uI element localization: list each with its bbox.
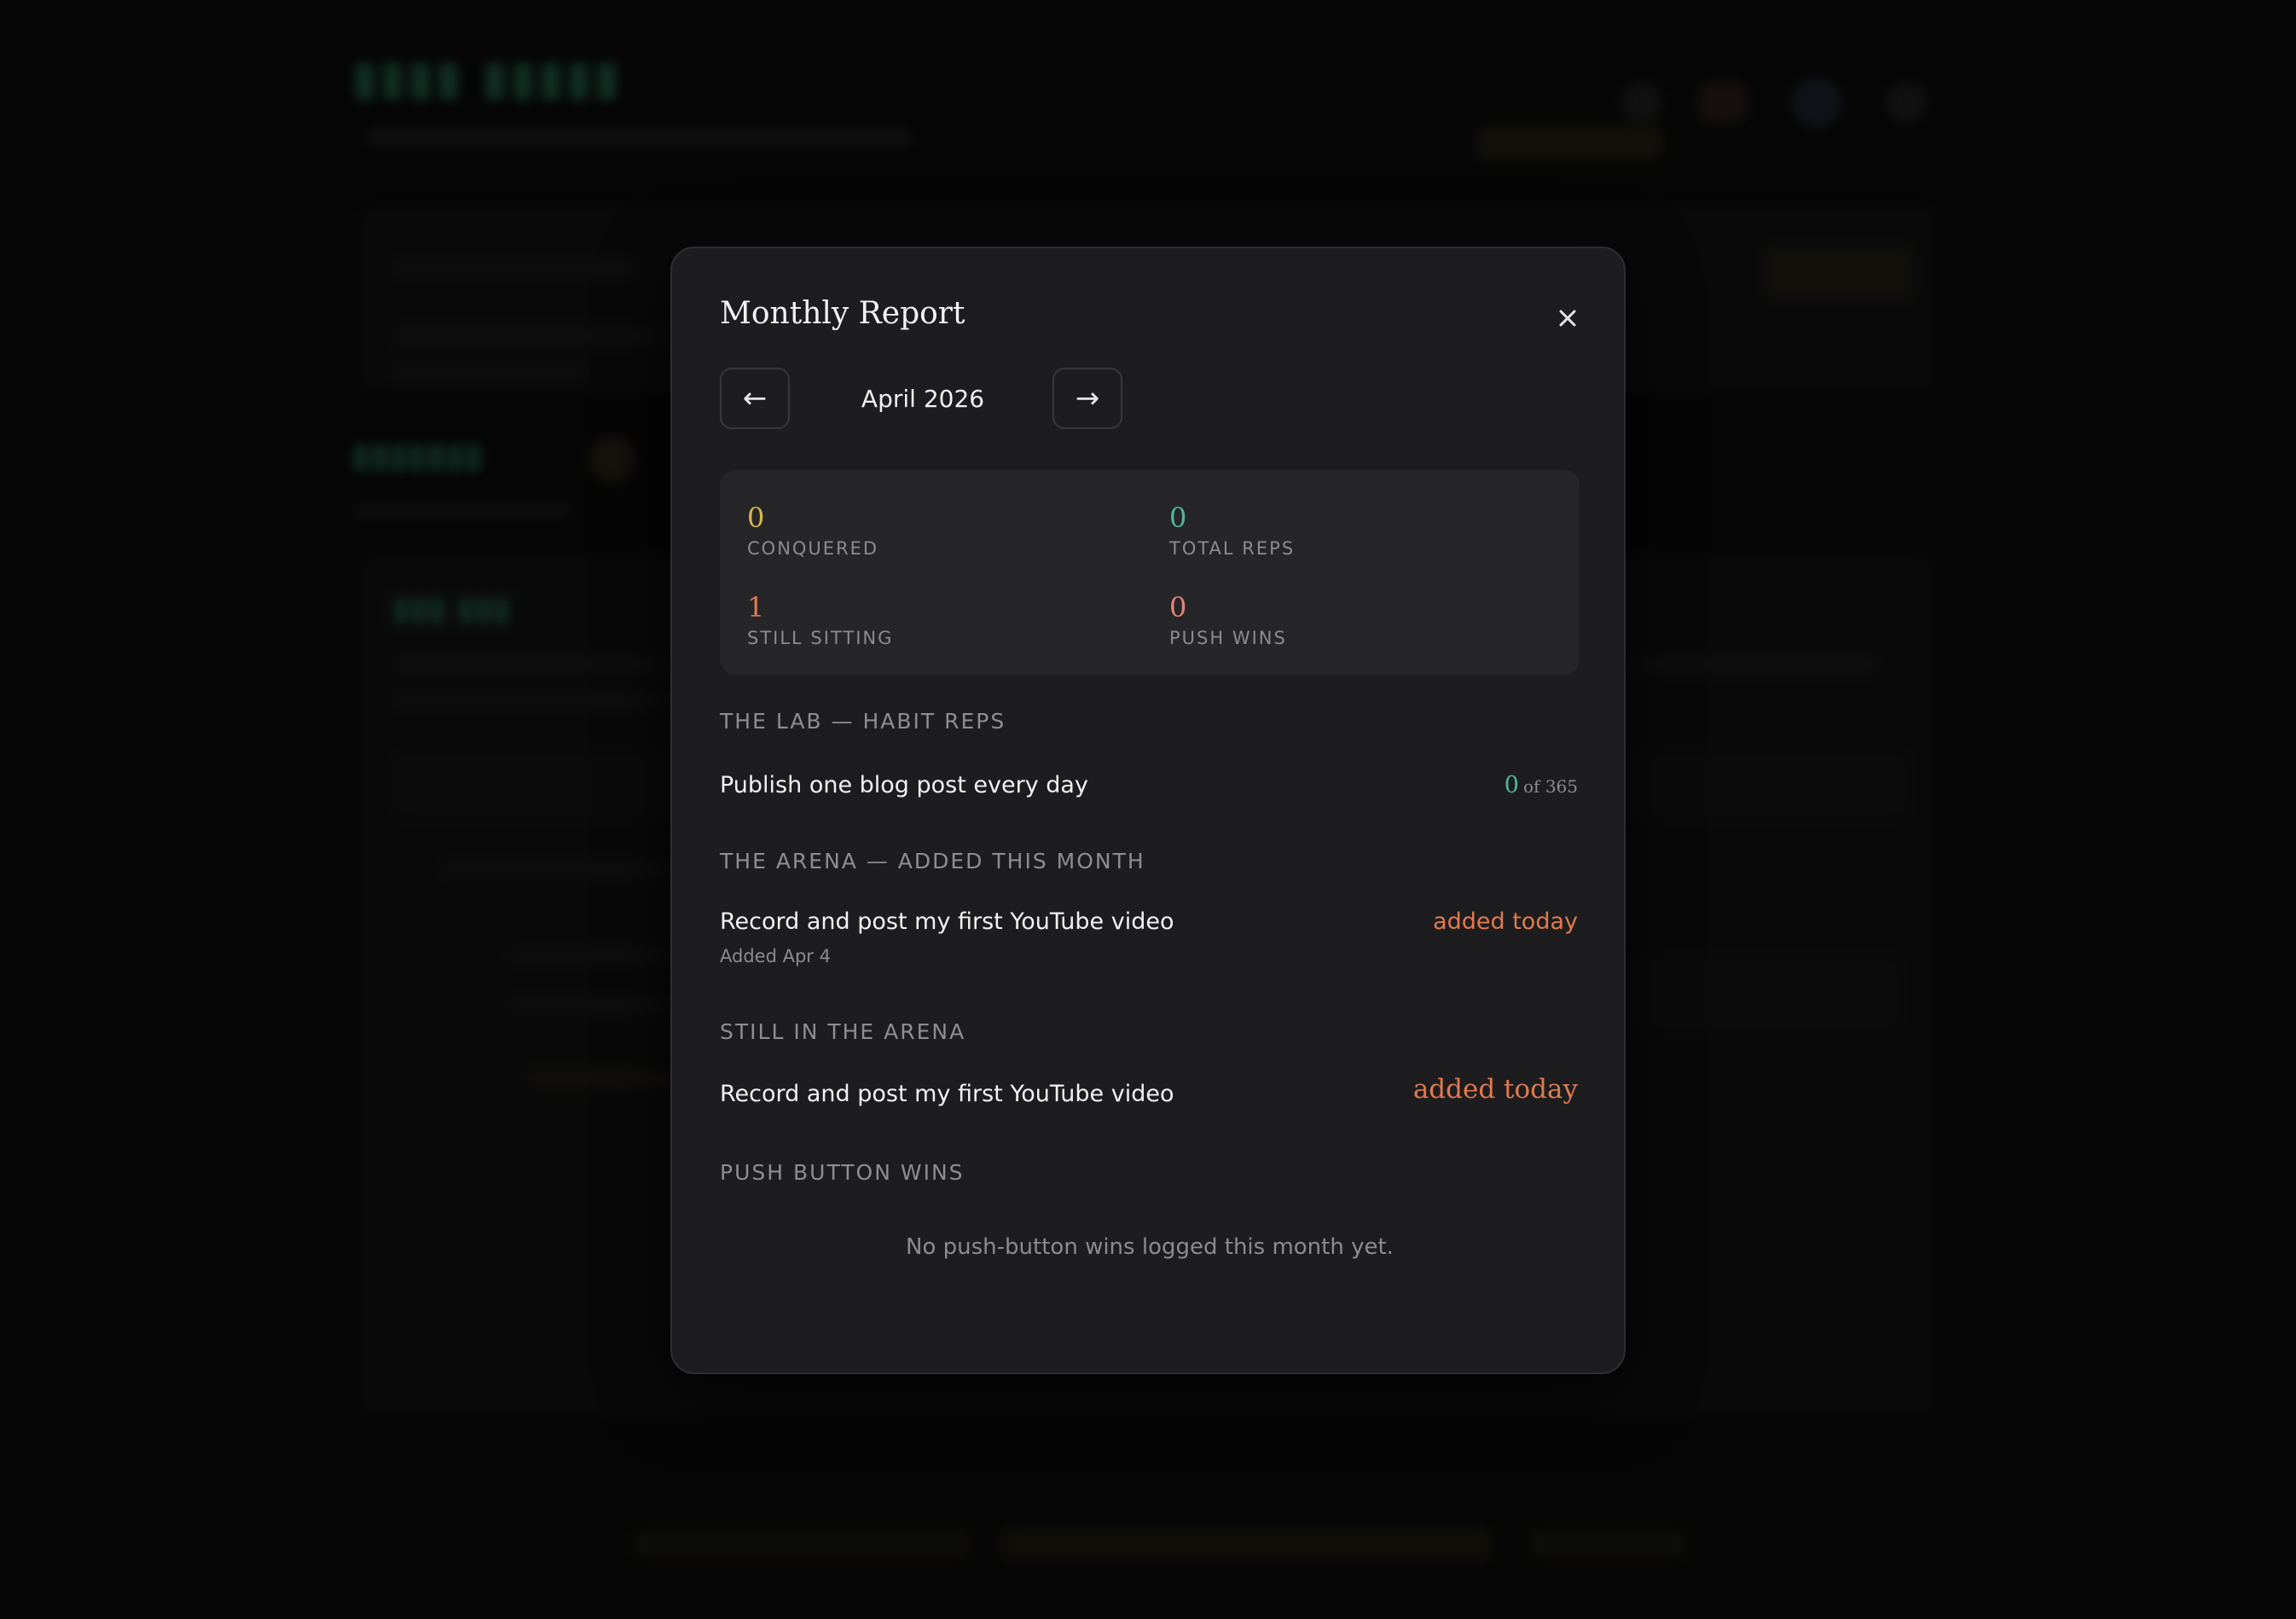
stat-label: PUSH WINS (1169, 628, 1287, 648)
stat-value: 0 (1169, 502, 1187, 534)
arrow-right-icon: → (1075, 381, 1100, 415)
bg-pill (1765, 247, 1910, 299)
bg-line (392, 363, 580, 378)
stat-conquered: 0 CONQUERED (747, 501, 878, 559)
bg-footer (1527, 1527, 1689, 1561)
prev-month-button[interactable]: ← (720, 368, 790, 429)
stat-push-wins: 0 PUSH WINS (1169, 590, 1287, 648)
section-heading-lab: THE LAB — HABIT REPS (720, 709, 1006, 734)
next-month-button[interactable]: → (1052, 368, 1122, 429)
monthly-report-modal: Monthly Report ← April 2026 → 0 CONQUERE… (670, 247, 1626, 1374)
bg-heading: ▮▮▮ ▮▮▮ (392, 589, 511, 627)
stat-label: STILL SITTING (747, 628, 894, 648)
lab-habit-item: Publish one blog post every day (720, 772, 1088, 798)
bg-line (392, 328, 682, 344)
section-heading-push-wins: PUSH BUTTON WINS (720, 1160, 965, 1185)
push-wins-empty-message: No push-button wins logged this month ye… (906, 1234, 1394, 1260)
lab-habit-progress: 0 of 365 (1505, 772, 1578, 798)
bg-badge (588, 435, 636, 483)
arrow-left-icon: ← (742, 381, 768, 415)
still-arena-status: added today (1412, 1074, 1578, 1105)
bg-footer (631, 1527, 972, 1561)
bg-line (392, 260, 631, 276)
bg-avatar (1791, 77, 1842, 128)
lab-rep-count: 0 (1504, 772, 1519, 798)
section-heading-arena-added: THE ARENA — ADDED THIS MONTH (720, 849, 1145, 873)
stat-value: 0 (1169, 591, 1187, 624)
bg-line (351, 503, 573, 519)
section-heading-still-arena: STILL IN THE ARENA (720, 1019, 966, 1044)
bg-icon (1885, 81, 1928, 124)
bg-heading: ▮▮▮▮▮▮▮ (351, 435, 484, 475)
bg-app-subtitle (367, 128, 913, 147)
stat-still-sitting: 1 STILL SITTING (747, 590, 893, 648)
arena-added-item: Record and post my first YouTube video (720, 908, 1174, 935)
close-button[interactable] (1551, 301, 1585, 335)
bg-icon (1697, 81, 1748, 124)
stats-panel: 0 CONQUERED 0 TOTAL REPS 1 STILL SITTING… (720, 470, 1580, 675)
stat-label: CONQUERED (747, 538, 879, 559)
bg-footer (998, 1527, 1493, 1561)
bg-pill (1476, 126, 1663, 160)
modal-title: Monthly Report (720, 296, 965, 331)
close-icon (1559, 310, 1576, 327)
lab-rep-total: of 365 (1523, 776, 1578, 797)
bg-icon (1621, 81, 1663, 124)
bg-row (1621, 955, 1902, 1032)
stat-value: 0 (747, 502, 765, 534)
arena-added-date: Added Apr 4 (720, 946, 831, 966)
stat-value: 1 (747, 591, 765, 624)
stat-label: TOTAL REPS (1169, 538, 1296, 559)
stat-total-reps: 0 TOTAL REPS (1169, 501, 1295, 559)
arena-added-status: added today (1433, 908, 1578, 935)
bg-app-title: ▮▮▮▮ ▮▮▮▮▮ (351, 49, 622, 106)
still-arena-item: Record and post my first YouTube video (720, 1081, 1174, 1107)
month-label: April 2026 (861, 384, 985, 413)
